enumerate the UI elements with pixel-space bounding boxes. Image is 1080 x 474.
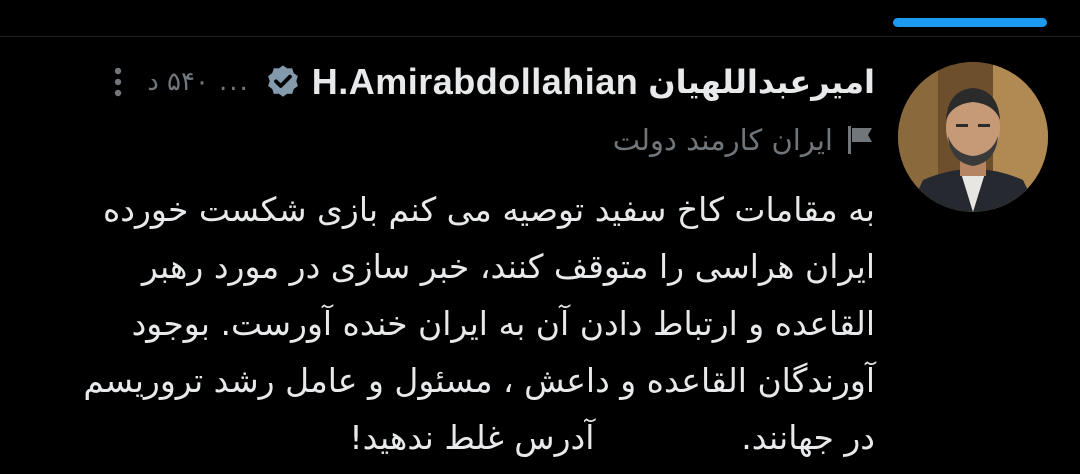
more-vertical-icon[interactable] (113, 65, 123, 99)
account-label: ایران کارمند دولت (612, 123, 833, 157)
timestamp[interactable]: ۵۴۰ د (147, 67, 209, 97)
verified-badge-icon (267, 65, 298, 97)
ellipsis-text: ... (218, 67, 250, 97)
author-name-en[interactable]: H.Amirabdollahian (312, 61, 639, 103)
tweet-text-line: به مقامات کاخ سفید توصیه می کنم بازی شکس… (102, 190, 875, 229)
flag-icon (848, 126, 872, 154)
tweet-text-line: آورندگان القاعده و داعش ، مسئول و عامل ر… (83, 361, 875, 400)
avatar[interactable] (898, 62, 1048, 212)
author-name-fa[interactable]: امیرعبداللهیان (648, 63, 875, 101)
account-label-row: ایران کارمند دولت (613, 118, 875, 162)
tweet-text-line: در جهانند. آدرس غلط ندهید! (349, 418, 875, 457)
tweet-text: به مقامات کاخ سفید توصیه می کنم بازی شکس… (45, 181, 875, 466)
tweet-header: امیرعبداللهیان H.Amirabdollahian ... ۵۴۰… (113, 58, 875, 106)
tweet-text-line: ایران هراسی را متوقف کنند، خبر سازی در م… (141, 247, 875, 286)
avatar-photo (898, 62, 1048, 212)
header-divider (0, 36, 1080, 37)
tweet-text-line: القاعده و ارتباط دادن آن به ایران خنده آ… (131, 304, 875, 343)
tab-indicator (893, 18, 1047, 27)
